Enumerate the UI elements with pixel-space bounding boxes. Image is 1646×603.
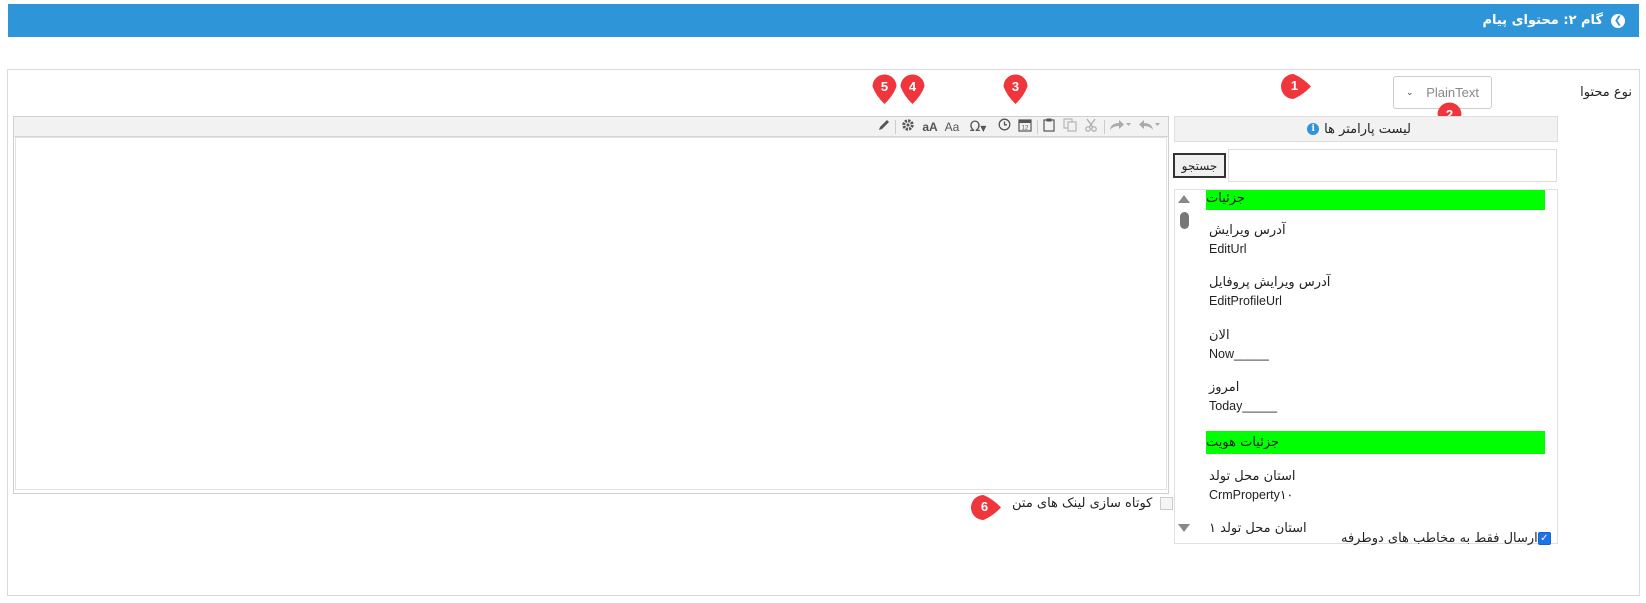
omega-icon[interactable]: Ω▼	[965, 118, 991, 136]
editor-toolbar: aA Aa Ω▼ 12	[14, 117, 1168, 137]
clock-icon[interactable]	[996, 118, 1012, 136]
shorten-links-option[interactable]: کوتاه سازی لینک های متن	[1012, 496, 1174, 511]
scroll-up-icon[interactable]	[1178, 195, 1190, 203]
params-list-title: لیست پارامتر ها	[1324, 121, 1411, 137]
pencil-icon[interactable]	[876, 118, 892, 136]
content-type-value: PlainText	[1426, 85, 1479, 100]
search-button[interactable]: جستجو	[1173, 153, 1226, 178]
param-item[interactable]: امروز Today_____	[1209, 379, 1509, 415]
message-editor: aA Aa Ω▼ 12	[13, 116, 1169, 494]
chevron-down-icon: ⌄	[1406, 87, 1414, 97]
content-type-label: نوع محتوا	[1580, 85, 1632, 100]
callout-marker-1: 1	[1281, 74, 1311, 99]
editor-text-area[interactable]	[15, 137, 1167, 490]
shorten-links-label: کوتاه سازی لینک های متن	[1012, 496, 1153, 511]
uppercase-button[interactable]: Aa	[943, 118, 961, 136]
param-group-header: جزئیات هویت	[1206, 431, 1545, 454]
params-list: جزئیات آدرس ویرایش EditUrl آدرس ویرایش پ…	[1174, 189, 1558, 544]
param-item[interactable]: آدرس ویرایش EditUrl	[1209, 222, 1509, 258]
callout-marker-5: 5	[872, 74, 897, 104]
copy-icon[interactable]	[1062, 118, 1078, 136]
send-two-way-option[interactable]: ارسال فقط به مخاطب های دوطرفه ✓	[1341, 531, 1551, 546]
paste-icon[interactable]	[1041, 118, 1057, 136]
callout-marker-6: 6	[971, 495, 1001, 520]
chevron-circle-icon[interactable]: ❯	[1611, 13, 1625, 28]
undo-icon[interactable]	[1137, 118, 1161, 136]
param-item[interactable]: استان محل تولد CrmProperty۱۰	[1209, 468, 1509, 504]
params-search-input[interactable]	[1228, 149, 1557, 182]
scroll-thumb[interactable]	[1180, 212, 1189, 229]
shorten-links-checkbox[interactable]	[1160, 497, 1174, 510]
param-item[interactable]: الان Now_____	[1209, 327, 1509, 363]
redo-icon[interactable]	[1108, 118, 1132, 136]
callout-marker-3: 3	[1003, 74, 1028, 104]
callout-marker-4: 4	[900, 74, 925, 104]
scrollbar[interactable]	[1175, 190, 1193, 543]
send-two-way-checkbox[interactable]: ✓	[1537, 532, 1551, 545]
cut-icon[interactable]	[1083, 118, 1099, 136]
calendar-icon[interactable]: 12	[1017, 118, 1033, 136]
send-two-way-label: ارسال فقط به مخاطب های دوطرفه	[1341, 531, 1538, 546]
param-group-header: جزئیات	[1206, 190, 1545, 210]
gear-icon[interactable]	[900, 118, 916, 136]
param-item[interactable]: آدرس ویرایش پروفایل EditProfileUrl	[1209, 274, 1509, 310]
lowercase-button[interactable]: aA	[921, 118, 939, 136]
svg-text:12: 12	[1022, 126, 1029, 132]
step-title: گام ۲: محتوای پیام	[1482, 13, 1603, 28]
params-list-header: لیست پارامتر ها i	[1174, 116, 1558, 142]
info-icon[interactable]: i	[1307, 123, 1320, 135]
step-header[interactable]: ❯ گام ۲: محتوای پیام	[8, 4, 1639, 37]
scroll-down-icon[interactable]	[1178, 524, 1190, 532]
